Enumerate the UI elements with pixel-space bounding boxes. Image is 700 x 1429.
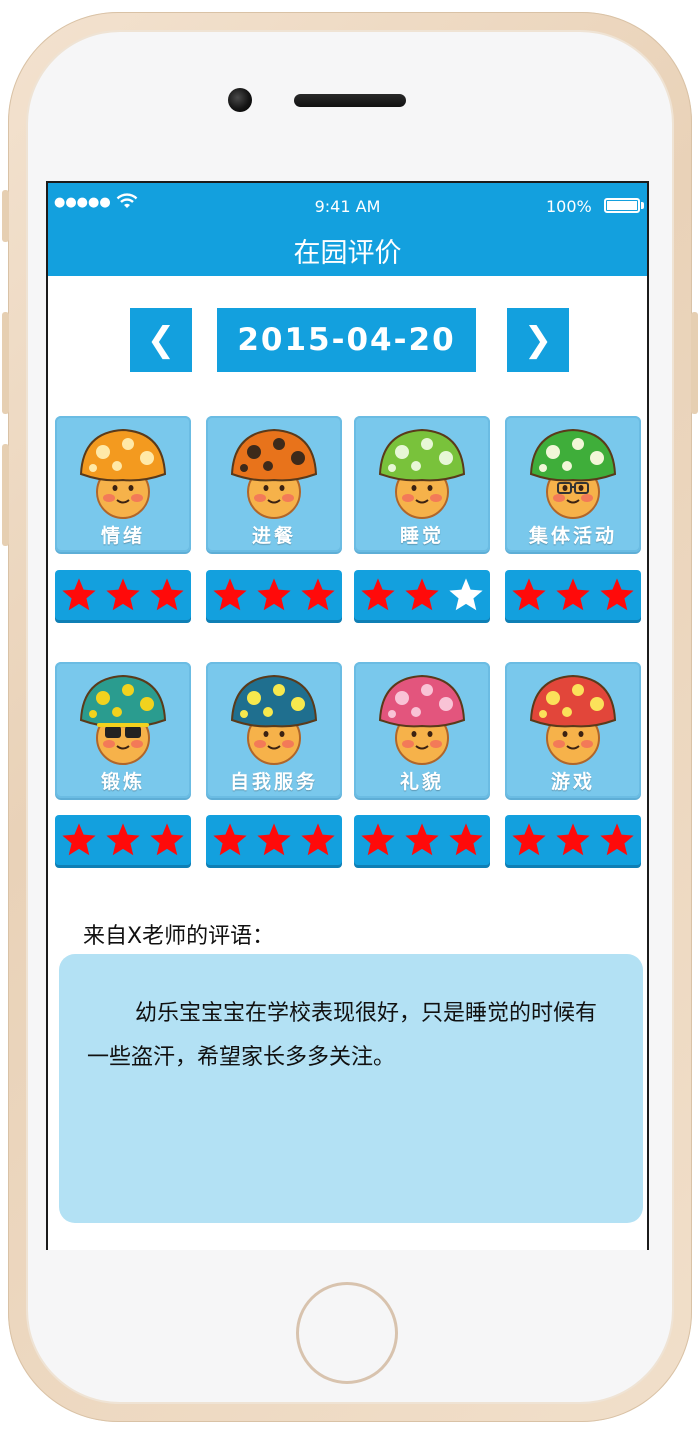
category-label: 进餐 [251,525,296,547]
category-card[interactable]: 锻炼 [55,662,191,798]
category-card[interactable]: 自我服务 [206,662,342,798]
star-filled-icon [512,823,546,856]
earpiece-speaker [294,94,406,107]
next-date-button[interactable]: ❯ [507,308,569,372]
category-card[interactable]: 游戏 [505,662,641,798]
category-label: 情绪 [100,525,145,547]
star-filled-icon [106,578,140,611]
star-rating [505,815,641,865]
category-label: 自我服务 [229,771,318,793]
star-filled-icon [257,578,291,611]
star-filled-icon [213,578,247,611]
star-filled-icon [213,823,247,856]
star-filled-icon [150,578,184,611]
mushroom-mascot-icon [529,428,617,519]
star-filled-icon [556,823,590,856]
star-filled-icon [600,578,634,611]
star-filled-icon [62,823,96,856]
star-filled-icon [62,578,96,611]
category-label: 游戏 [550,771,595,793]
star-filled-icon [361,578,395,611]
volume-down-button [2,444,9,546]
star-filled-icon [600,823,634,856]
star-rating [354,815,490,865]
category-card[interactable]: 睡觉 [354,416,490,552]
page-title: 在园评价 [293,238,402,269]
star-filled-icon [556,578,590,611]
mushroom-mascot-icon [79,674,167,765]
star-filled-icon [150,823,184,856]
front-camera [228,88,252,112]
star-rating [206,815,342,865]
category-card[interactable]: 进餐 [206,416,342,552]
battery-percentage: 100% [546,197,592,216]
volume-up-button [2,312,9,414]
category-label: 礼貌 [399,771,444,793]
star-filled-icon [405,578,439,611]
mute-switch [2,190,9,242]
category-label: 锻炼 [100,771,145,793]
comment-heading: 来自X老师的评语： [83,924,275,949]
category-label: 睡觉 [399,525,444,547]
current-date: 2015-04-20 [217,308,476,372]
star-rating [206,570,342,620]
star-filled-icon [405,823,439,856]
category-card[interactable]: 集体活动 [505,416,641,552]
star-rating [55,570,191,620]
power-button [691,312,698,414]
mushroom-mascot-icon [230,674,318,765]
star-filled-icon [301,578,335,611]
prev-date-button[interactable]: ❮ [130,308,192,372]
mushroom-mascot-icon [230,428,318,519]
star-filled-icon [257,823,291,856]
teacher-comment-box: 幼乐宝宝宝在学校表现很好，只是睡觉的时候有一些盗汗，希望家长多多关注。 [59,954,643,1223]
star-filled-icon [301,823,335,856]
mushroom-mascot-icon [79,428,167,519]
star-rating [55,815,191,865]
mushroom-mascot-icon [529,674,617,765]
mushroom-mascot-icon [378,674,466,765]
star-filled-icon [449,823,483,856]
home-button[interactable] [296,1282,398,1384]
category-card[interactable]: 情绪 [55,416,191,552]
star-filled-icon [361,823,395,856]
battery-nub-icon [641,202,644,209]
star-empty-icon [449,578,483,611]
star-rating [505,570,641,620]
star-filled-icon [512,578,546,611]
battery-icon [604,198,640,213]
star-rating [354,570,490,620]
navigation-bar: ●●●●● 9:41 AM 100% 在园评价 [48,183,647,276]
teacher-comment-text: 幼乐宝宝宝在学校表现很好，只是睡觉的时候有一些盗汗，希望家长多多关注。 [87,1001,598,1070]
mushroom-mascot-icon [378,428,466,519]
category-label: 集体活动 [528,525,617,547]
category-card[interactable]: 礼貌 [354,662,490,798]
star-filled-icon [106,823,140,856]
app-screen: ●●●●● 9:41 AM 100% 在园评价 ❮ 2015-04-20 ❯ 情… [46,181,649,1250]
